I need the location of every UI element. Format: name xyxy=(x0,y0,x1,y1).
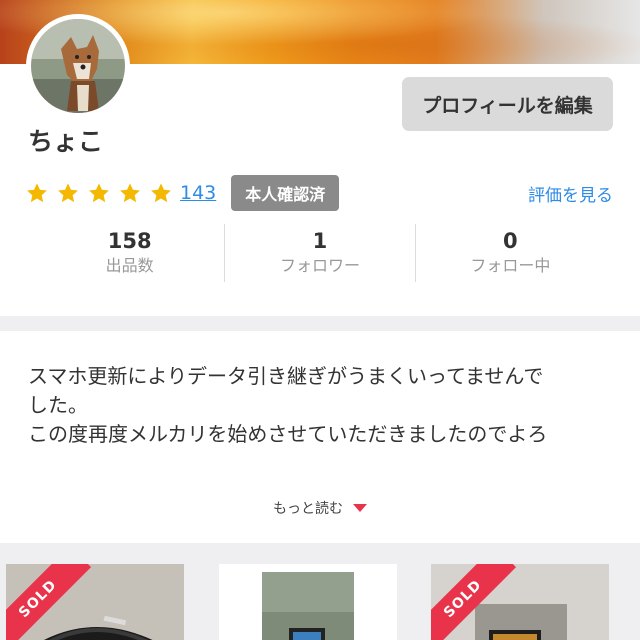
bio-line: スマホ更新によりデータ引き継ぎがうまくいってませんで xyxy=(28,364,544,388)
star-icon xyxy=(151,183,171,203)
stat-label: 出品数 xyxy=(105,256,154,275)
item-grid: SOLD SOLD xyxy=(0,556,640,640)
item-card[interactable]: SOLD xyxy=(6,564,184,640)
stat-value: 0 xyxy=(503,229,518,253)
bio-line: した。 xyxy=(28,393,88,417)
stat-label: フォロー中 xyxy=(470,256,551,275)
star-icon xyxy=(27,183,47,203)
item-photo xyxy=(219,564,397,640)
stat-followers[interactable]: 1 フォロワー xyxy=(224,224,414,282)
avatar-photo xyxy=(31,19,125,113)
star-icon xyxy=(58,183,78,203)
stat-following[interactable]: 0 フォロー中 xyxy=(414,224,605,282)
stat-listings[interactable]: 158 出品数 xyxy=(35,224,224,282)
read-more-label: もっと読む xyxy=(273,501,343,517)
avatar[interactable] xyxy=(26,14,130,118)
bio-text: スマホ更新によりデータ引き継ぎがうまくいってませんで した。 この度再度メルカリ… xyxy=(28,362,612,449)
edit-profile-button[interactable]: プロフィールを編集 xyxy=(402,77,613,131)
stat-value: 158 xyxy=(107,229,152,253)
star-icon xyxy=(89,183,109,203)
verified-badge: 本人確認済 xyxy=(231,175,340,211)
review-count-link[interactable]: 143 xyxy=(180,182,216,204)
item-card[interactable]: SOLD xyxy=(431,564,609,640)
username: ちょこ xyxy=(28,127,104,156)
stats-row: 158 出品数 1 フォロワー 0 フォロー中 xyxy=(35,224,605,282)
read-more-button[interactable]: もっと読む xyxy=(0,498,640,518)
user-profile-page: プロフィールを編集 ちょこ 143 本人確認済 評価を見る 158 出品数 1 … xyxy=(0,0,640,640)
star-icon xyxy=(120,183,140,203)
stat-label: フォロワー xyxy=(279,256,360,275)
see-reviews-link[interactable]: 評価を見る xyxy=(528,181,613,206)
triangle-down-icon xyxy=(353,504,367,512)
rating-row: 143 本人確認済 xyxy=(26,175,340,211)
bio-line: この度再度メルカリを始めさせていただきましたのでよろ xyxy=(28,422,548,446)
item-card[interactable] xyxy=(219,564,397,640)
stat-value: 1 xyxy=(312,229,328,253)
